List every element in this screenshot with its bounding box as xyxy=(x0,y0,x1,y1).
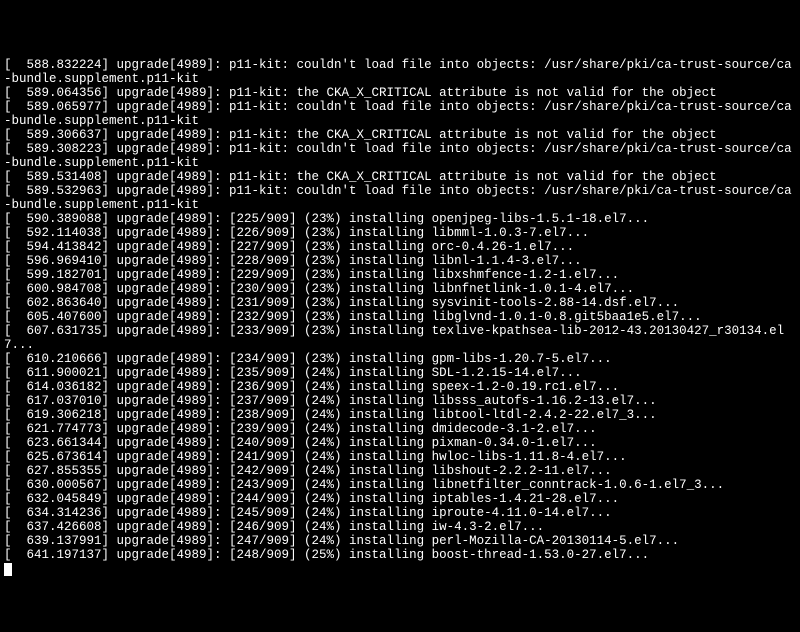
terminal-line: [ 632.045849] upgrade[4989]: [244/909] (… xyxy=(4,492,796,506)
terminal-line: [ 607.631735] upgrade[4989]: [233/909] (… xyxy=(4,324,796,352)
terminal-line: [ 594.413842] upgrade[4989]: [227/909] (… xyxy=(4,240,796,254)
terminal-line: [ 605.407600] upgrade[4989]: [232/909] (… xyxy=(4,310,796,324)
terminal-line: [ 589.532963] upgrade[4989]: p11-kit: co… xyxy=(4,184,796,212)
terminal-line: [ 625.673614] upgrade[4989]: [241/909] (… xyxy=(4,450,796,464)
terminal-line: [ 589.308223] upgrade[4989]: p11-kit: co… xyxy=(4,142,796,170)
terminal-line: [ 589.306637] upgrade[4989]: p11-kit: th… xyxy=(4,128,796,142)
terminal-line: [ 623.661344] upgrade[4989]: [240/909] (… xyxy=(4,436,796,450)
terminal-line: [ 637.426608] upgrade[4989]: [246/909] (… xyxy=(4,520,796,534)
terminal-line: [ 600.984708] upgrade[4989]: [230/909] (… xyxy=(4,282,796,296)
terminal-line: [ 589.531408] upgrade[4989]: p11-kit: th… xyxy=(4,170,796,184)
terminal-line: [ 602.863640] upgrade[4989]: [231/909] (… xyxy=(4,296,796,310)
terminal-line: [ 588.832224] upgrade[4989]: p11-kit: co… xyxy=(4,58,796,86)
terminal-line: [ 619.306218] upgrade[4989]: [238/909] (… xyxy=(4,408,796,422)
terminal-line: [ 627.855355] upgrade[4989]: [242/909] (… xyxy=(4,464,796,478)
terminal-line: [ 621.774773] upgrade[4989]: [239/909] (… xyxy=(4,422,796,436)
terminal-line: [ 590.389088] upgrade[4989]: [225/909] (… xyxy=(4,212,796,226)
terminal-line: [ 610.210666] upgrade[4989]: [234/909] (… xyxy=(4,352,796,366)
terminal-output: [ 588.832224] upgrade[4989]: p11-kit: co… xyxy=(4,58,796,562)
terminal-line: [ 634.314236] upgrade[4989]: [245/909] (… xyxy=(4,506,796,520)
terminal-line: [ 611.900021] upgrade[4989]: [235/909] (… xyxy=(4,366,796,380)
terminal-cursor xyxy=(4,563,12,576)
terminal-line: [ 641.197137] upgrade[4989]: [248/909] (… xyxy=(4,548,796,562)
terminal-line: [ 599.182701] upgrade[4989]: [229/909] (… xyxy=(4,268,796,282)
terminal-line: [ 592.114038] upgrade[4989]: [226/909] (… xyxy=(4,226,796,240)
terminal-line: [ 596.969410] upgrade[4989]: [228/909] (… xyxy=(4,254,796,268)
terminal-line: [ 630.000567] upgrade[4989]: [243/909] (… xyxy=(4,478,796,492)
terminal-line: [ 639.137991] upgrade[4989]: [247/909] (… xyxy=(4,534,796,548)
terminal-line: [ 617.037010] upgrade[4989]: [237/909] (… xyxy=(4,394,796,408)
terminal-line: [ 614.036182] upgrade[4989]: [236/909] (… xyxy=(4,380,796,394)
terminal-line: [ 589.065977] upgrade[4989]: p11-kit: co… xyxy=(4,100,796,128)
terminal-line: [ 589.064356] upgrade[4989]: p11-kit: th… xyxy=(4,86,796,100)
